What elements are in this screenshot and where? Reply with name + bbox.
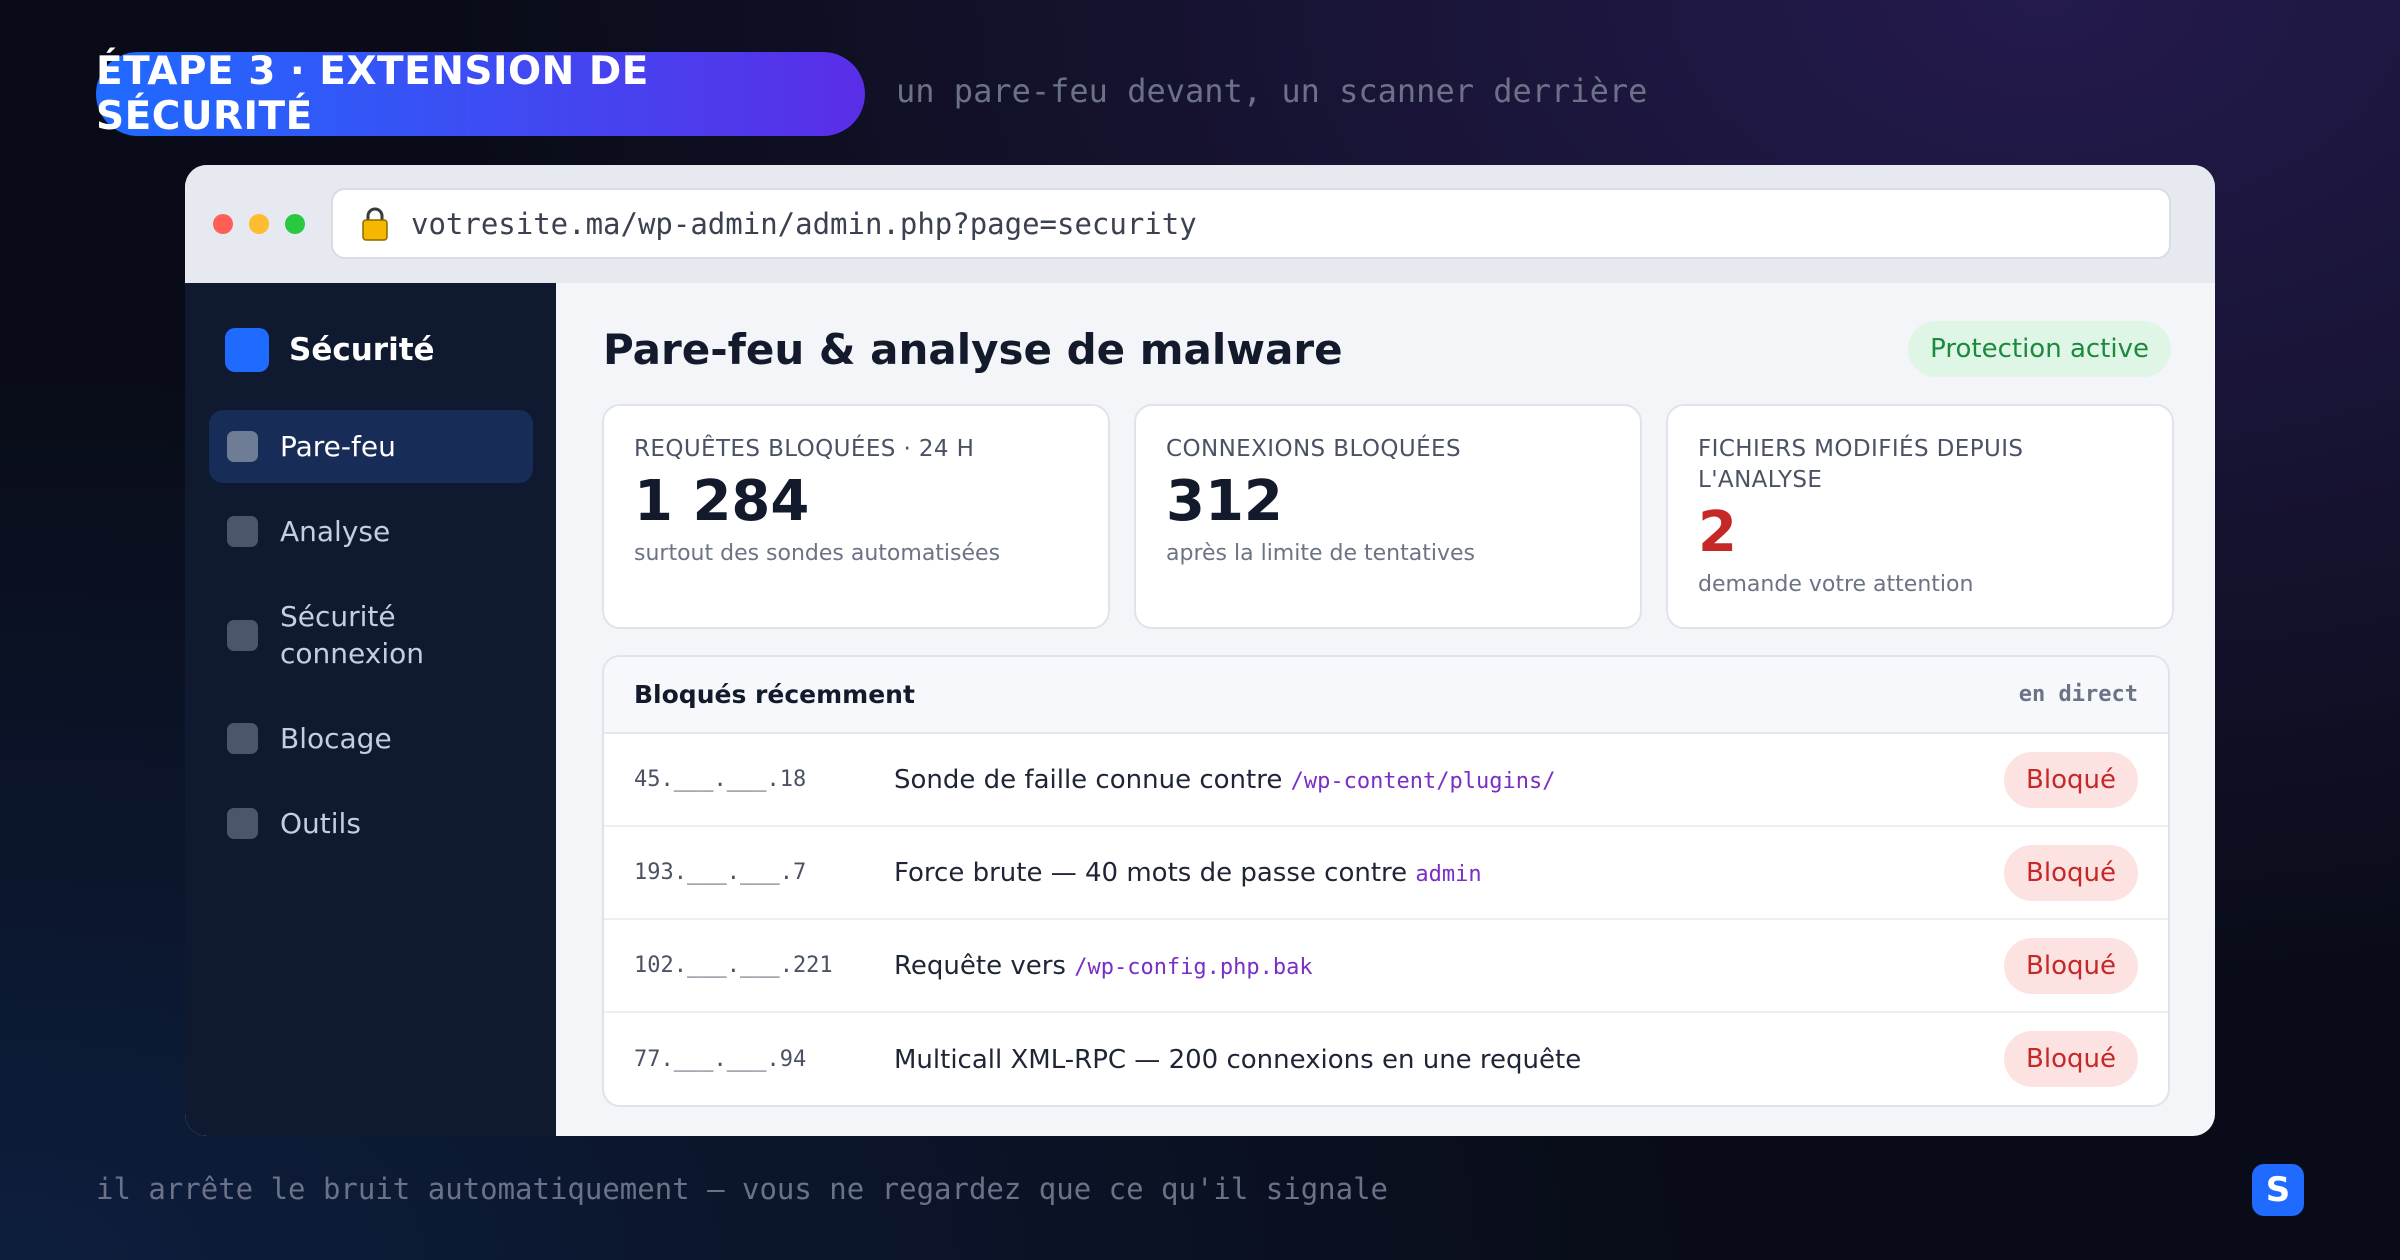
- brand-logo-icon: S: [2252, 1164, 2304, 1216]
- event-description: Requête vers /wp-config.php.bak: [894, 950, 1313, 981]
- blocked-badge: Bloqué: [2004, 752, 2138, 808]
- sidebar-item-label: Sécurité connexion: [280, 600, 424, 670]
- sidebar-item-securite-connexion[interactable]: Sécurité connexion: [209, 580, 509, 690]
- stat-card-label: CONNEXIONS BLOQUÉES: [1166, 436, 1461, 462]
- status-badge: Protection active: [1908, 321, 2171, 377]
- table-row[interactable]: 102.___.___.221 Requête vers /wp-config.…: [604, 920, 2168, 1013]
- live-indicator: en direct: [2018, 682, 2138, 707]
- address-bar[interactable]: votresite.ma/wp-admin/admin.php?page=sec…: [331, 188, 2171, 259]
- blocked-badge: Bloqué: [2004, 1031, 2138, 1087]
- sidebar-brand: Sécurité: [225, 328, 435, 372]
- stat-card-value: 312: [1166, 469, 1283, 534]
- menu-item-icon: [227, 808, 258, 839]
- ip-address: 45.___.___.18: [634, 767, 807, 792]
- recently-blocked-panel: Bloqués récemment en direct 45.___.___.1…: [602, 655, 2170, 1107]
- ip-address: 193.___.___.7: [634, 860, 807, 885]
- menu-item-icon: [227, 723, 258, 754]
- browser-titlebar: votresite.ma/wp-admin/admin.php?page=sec…: [185, 165, 2215, 283]
- sidebar-item-label: Blocage: [280, 722, 392, 755]
- maximize-window-button[interactable]: [285, 214, 305, 234]
- stat-card-value: 1 284: [634, 469, 810, 534]
- table-row[interactable]: 77.___.___.94 Multicall XML-RPC — 200 co…: [604, 1013, 2168, 1105]
- event-description: Force brute — 40 mots de passe contre ad…: [894, 857, 1482, 888]
- sidebar-nav: Pare-feu Analyse Sécurité connexion Bloc…: [209, 410, 533, 860]
- stat-card-blocked-requests: REQUÊTES BLOQUÉES · 24 H 1 284 surtout d…: [602, 404, 1110, 629]
- stat-card-blocked-logins: CONNEXIONS BLOQUÉES 312 après la limite …: [1134, 404, 1642, 629]
- event-description: Multicall XML-RPC — 200 connexions en un…: [894, 1044, 1582, 1075]
- panel-header: Bloqués récemment en direct: [604, 657, 2168, 734]
- menu-item-icon: [227, 431, 258, 462]
- event-target-code: admin: [1415, 861, 1482, 887]
- shield-logo-icon: [225, 328, 269, 372]
- stat-card-value: 2: [1698, 500, 1737, 565]
- menu-item-icon: [227, 619, 258, 651]
- sidebar-item-pare-feu[interactable]: Pare-feu: [209, 410, 533, 483]
- step-badge: ÉTAPE 3 · EXTENSION DE SÉCURITÉ: [96, 49, 865, 139]
- stat-card-label: FICHIERS MODIFIÉS DEPUIS L'ANALYSE: [1698, 436, 2024, 493]
- table-row[interactable]: 45.___.___.18 Sonde de faille connue con…: [604, 734, 2168, 827]
- sidebar-item-label: Analyse: [280, 515, 391, 548]
- sidebar-item-label: Outils: [280, 807, 361, 840]
- blocked-badge: Bloqué: [2004, 845, 2138, 901]
- minimize-window-button[interactable]: [249, 214, 269, 234]
- tagline: un pare-feu devant, un scanner derrière: [896, 72, 1648, 110]
- url-text: votresite.ma/wp-admin/admin.php?page=sec…: [411, 206, 1197, 241]
- stat-card-label: REQUÊTES BLOQUÉES · 24 H: [634, 436, 975, 462]
- ip-address: 102.___.___.221: [634, 953, 833, 978]
- main-content: Pare-feu & analyse de malware Protection…: [556, 283, 2215, 1136]
- sidebar-item-blocage[interactable]: Blocage: [209, 702, 533, 775]
- stat-card-modified-files: FICHIERS MODIFIÉS DEPUIS L'ANALYSE 2 dem…: [1666, 404, 2174, 629]
- menu-item-icon: [227, 516, 258, 547]
- stat-card-caption: demande votre attention: [1698, 572, 1974, 597]
- page-title: Pare-feu & analyse de malware: [603, 325, 1343, 374]
- sidebar-item-label: Pare-feu: [280, 430, 396, 463]
- stat-card-caption: surtout des sondes automatisées: [634, 541, 1001, 566]
- sidebar-brand-name: Sécurité: [289, 332, 435, 368]
- table-row[interactable]: 193.___.___.7 Force brute — 40 mots de p…: [604, 827, 2168, 920]
- sidebar-item-analyse[interactable]: Analyse: [209, 495, 533, 568]
- event-description: Sonde de faille connue contre /wp-conten…: [894, 764, 1556, 795]
- lock-icon: [362, 207, 388, 241]
- event-target-code: /wp-config.php.bak: [1074, 954, 1313, 980]
- close-window-button[interactable]: [213, 214, 233, 234]
- admin-sidebar: Sécurité Pare-feu Analyse Sécurité conne…: [185, 283, 556, 1136]
- stat-card-caption: après la limite de tentatives: [1166, 541, 1475, 566]
- panel-title: Bloqués récemment: [634, 680, 915, 709]
- event-target-code: /wp-content/plugins/: [1290, 768, 1556, 794]
- ip-address: 77.___.___.94: [634, 1047, 807, 1072]
- browser-window: votresite.ma/wp-admin/admin.php?page=sec…: [185, 165, 2215, 1136]
- footer-caption: il arrête le bruit automatiquement — vou…: [96, 1172, 1389, 1206]
- blocked-badge: Bloqué: [2004, 938, 2138, 994]
- sidebar-item-outils[interactable]: Outils: [209, 787, 533, 860]
